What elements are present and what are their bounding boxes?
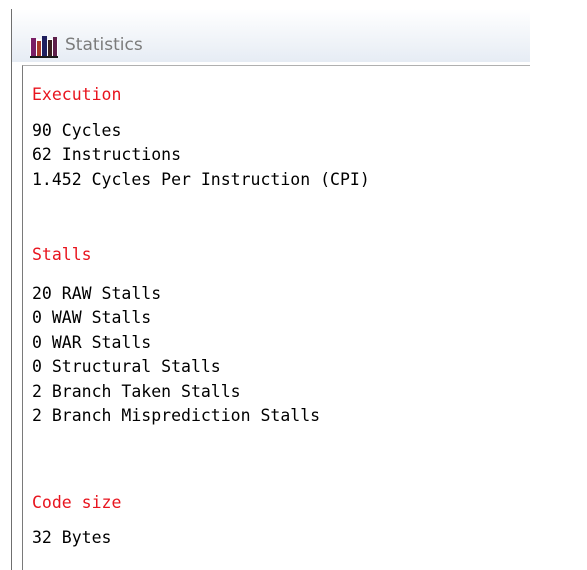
statistics-window: Statistics Execution 90 Cycles 62 Instru… [12,9,530,570]
stat-waw-stalls: 0 WAW Stalls [32,308,152,327]
stat-branch-taken-stalls: 2 Branch Taken Stalls [32,382,241,401]
stat-cycles: 90 Cycles [32,121,122,140]
section-heading-execution: Execution [32,85,122,104]
stat-cpi: 1.452 Cycles Per Instruction (CPI) [32,170,370,189]
stat-code-size: 32 Bytes [32,528,112,547]
window-title: Statistics [65,35,143,55]
section-heading-stalls: Stalls [32,245,92,264]
stat-war-stalls: 0 WAR Stalls [32,333,152,352]
stat-raw-stalls: 20 RAW Stalls [32,284,162,303]
bar-chart-app-icon[interactable] [30,36,58,58]
title-bar[interactable]: Statistics [12,9,530,62]
stat-instructions: 62 Instructions [32,145,182,164]
stat-structural-stalls: 0 Structural Stalls [32,357,221,376]
page: Statistics Execution 90 Cycles 62 Instru… [0,0,587,570]
stat-branch-misprediction-stalls: 2 Branch Misprediction Stalls [32,406,321,425]
statistics-content[interactable]: Execution 90 Cycles 62 Instructions 1.45… [22,65,530,570]
section-heading-code-size: Code size [32,493,122,512]
